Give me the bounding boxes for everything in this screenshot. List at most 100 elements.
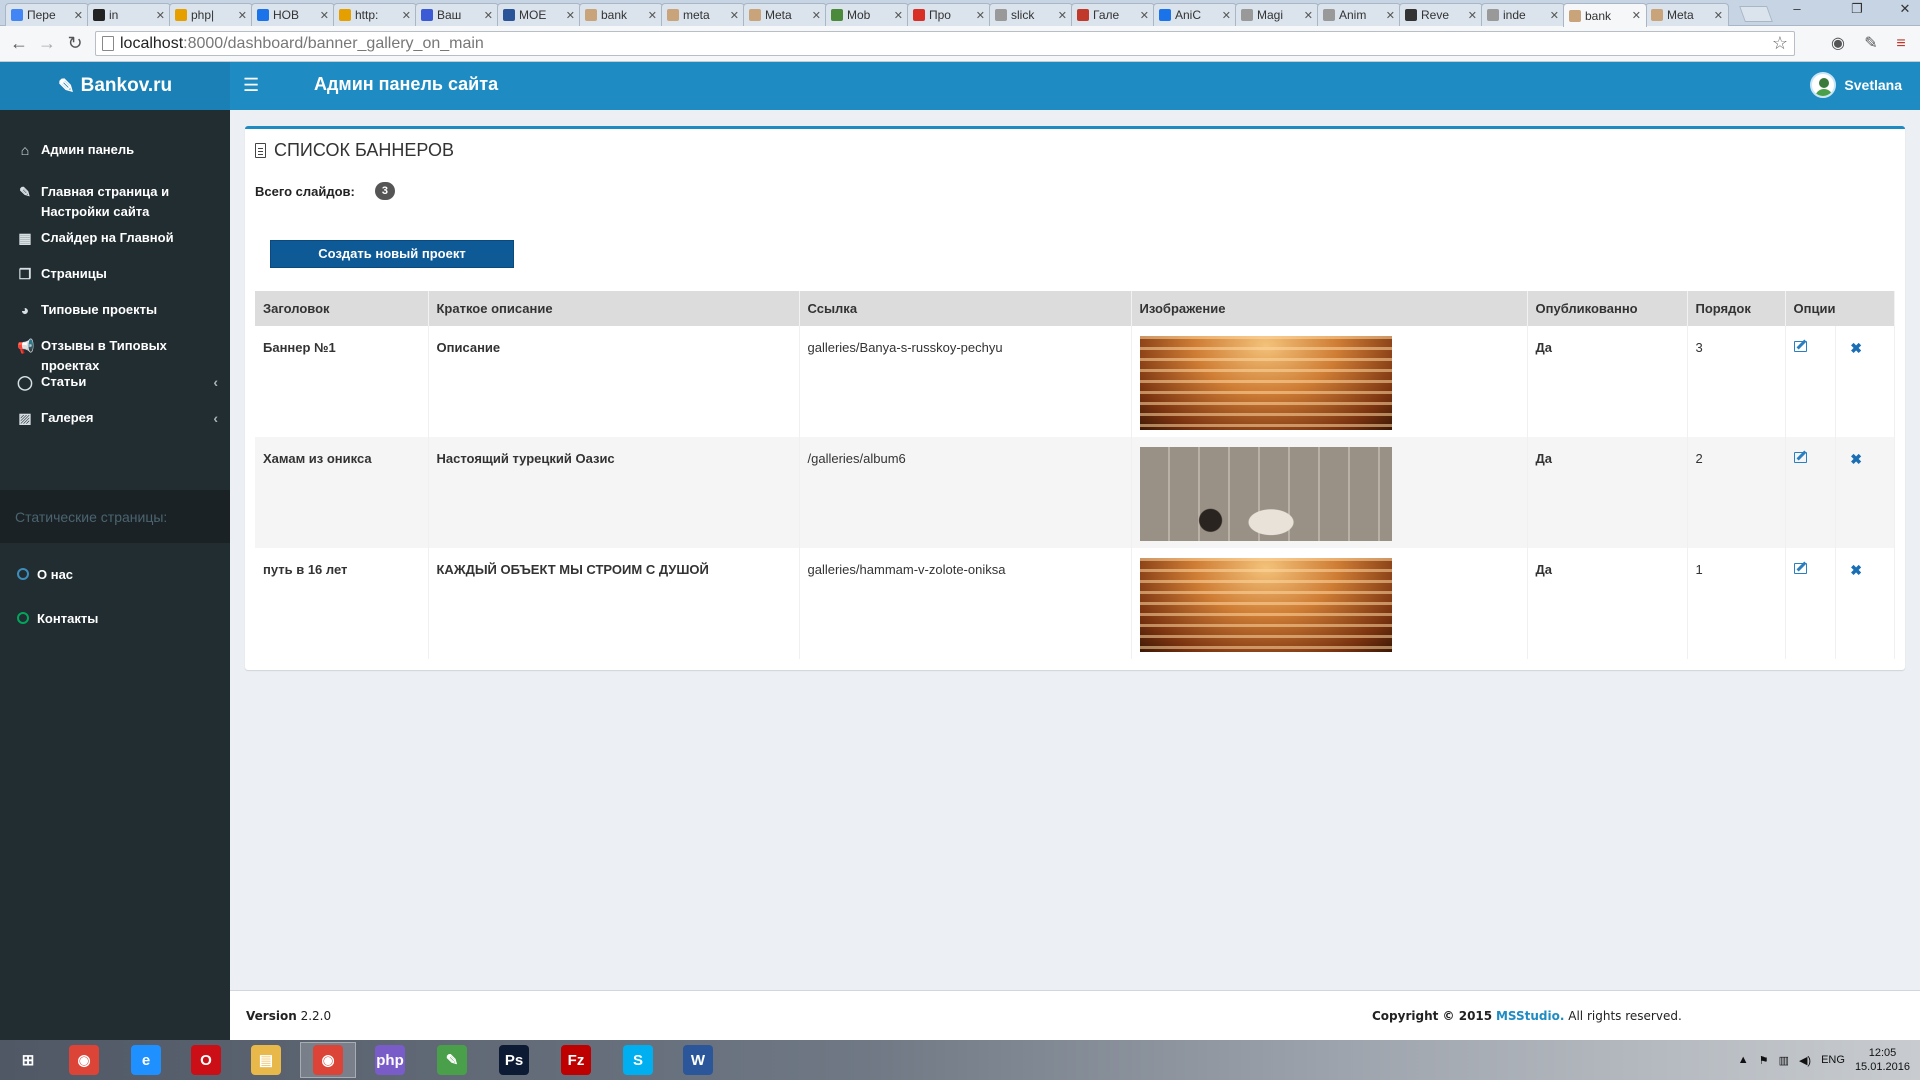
sidebar-toggle-icon[interactable]: ☰ — [243, 75, 259, 96]
delete-icon[interactable]: ✖ — [1850, 562, 1862, 578]
tab-close-icon[interactable]: ✕ — [484, 9, 493, 22]
browser-tab[interactable]: in ✕ — [87, 3, 171, 26]
column-header[interactable]: Краткое описание — [428, 291, 800, 326]
browser-tab[interactable]: AniC ✕ — [1153, 3, 1237, 26]
browser-tab[interactable]: Про ✕ — [907, 3, 991, 26]
browser-tab[interactable]: bank ✕ — [579, 3, 663, 26]
tab-close-icon[interactable]: ✕ — [402, 9, 411, 22]
browser-tab[interactable]: Mob ✕ — [825, 3, 909, 26]
dropper-extension-icon[interactable]: ✎ — [1860, 33, 1882, 55]
tab-close-icon[interactable]: ✕ — [1140, 9, 1149, 22]
browser-tab[interactable]: inde ✕ — [1481, 3, 1565, 26]
tab-close-icon[interactable]: ✕ — [730, 9, 739, 22]
browser-tab[interactable]: php| ✕ — [169, 3, 253, 26]
tab-close-icon[interactable]: ✕ — [156, 9, 165, 22]
chrome-active-icon[interactable]: ◉ — [300, 1042, 356, 1078]
tab-close-icon[interactable]: ✕ — [1304, 9, 1313, 22]
browser-tab[interactable]: Гале ✕ — [1071, 3, 1155, 26]
forward-icon[interactable]: → — [36, 32, 58, 54]
company-link[interactable]: MSStudio. — [1496, 1009, 1564, 1023]
delete-icon[interactable]: ✖ — [1850, 451, 1862, 467]
edit-icon[interactable] — [1793, 341, 1807, 352]
column-header[interactable]: Изображение — [1131, 291, 1528, 326]
create-project-button[interactable]: Создать новый проект — [270, 240, 514, 268]
column-header[interactable]: Порядок — [1687, 291, 1786, 326]
tab-close-icon[interactable]: ✕ — [1550, 9, 1559, 22]
tab-close-icon[interactable]: ✕ — [1386, 9, 1395, 22]
tab-close-icon[interactable]: ✕ — [976, 9, 985, 22]
edit-icon[interactable] — [1793, 563, 1807, 574]
minimize-icon[interactable]: – — [1782, 0, 1812, 20]
clock[interactable]: 12:05 15.01.2016 — [1855, 1046, 1910, 1074]
tab-close-icon[interactable]: ✕ — [1222, 9, 1231, 22]
browser-tab[interactable]: meta ✕ — [661, 3, 745, 26]
browser-tab[interactable]: http: ✕ — [333, 3, 417, 26]
tab-close-icon[interactable]: ✕ — [1058, 9, 1067, 22]
column-header[interactable]: Ссылка — [799, 291, 1132, 326]
volume-icon[interactable]: ◀) — [1799, 1054, 1811, 1067]
eye-extension-icon[interactable]: ◉ — [1827, 33, 1849, 55]
flag-icon[interactable]: ⚑ — [1759, 1054, 1769, 1067]
skype-icon[interactable]: S — [610, 1042, 666, 1078]
browser-tab[interactable]: Meta ✕ — [743, 3, 827, 26]
tab-close-icon[interactable]: ✕ — [1468, 9, 1477, 22]
edit-icon[interactable] — [1793, 452, 1807, 463]
sidebar-item[interactable]: ✎ Главная страница и Настройки сайта — [0, 182, 230, 222]
explorer-icon[interactable]: ▤ — [238, 1042, 294, 1078]
browser-tab[interactable]: slick ✕ — [989, 3, 1073, 26]
tab-close-icon[interactable]: ✕ — [894, 9, 903, 22]
column-header[interactable]: Опубликованно — [1527, 291, 1688, 326]
browser-tab[interactable]: bank ✕ — [1563, 3, 1647, 27]
tab-close-icon[interactable]: ✕ — [238, 9, 247, 22]
sidebar-item[interactable]: ◯ Статьи ‹ — [0, 372, 230, 392]
tab-close-icon[interactable]: ✕ — [320, 9, 329, 22]
ie-icon[interactable]: e — [118, 1042, 174, 1078]
sidebar-static-item[interactable]: Контакты — [0, 611, 230, 626]
sidebar-item[interactable]: ⌂ Админ панель — [0, 140, 230, 160]
sidebar-item[interactable]: ▦ Слайдер на Главной — [0, 228, 230, 248]
browser-tab[interactable]: Magi ✕ — [1235, 3, 1319, 26]
tab-close-icon[interactable]: ✕ — [566, 9, 575, 22]
column-header[interactable]: Опции — [1785, 291, 1895, 326]
browser-tab[interactable]: Anim ✕ — [1317, 3, 1401, 26]
maximize-icon[interactable]: ❐ — [1842, 0, 1872, 20]
close-window-icon[interactable]: ✕ — [1890, 0, 1920, 20]
browser-tab[interactable]: Пере ✕ — [5, 3, 89, 26]
site-logo[interactable]: ✎ Bankov.ru — [0, 62, 230, 110]
back-icon[interactable]: ← — [8, 32, 30, 54]
tab-close-icon[interactable]: ✕ — [812, 9, 821, 22]
address-bar[interactable]: localhost:8000/dashboard/banner_gallery_… — [95, 31, 1795, 56]
filezilla-icon[interactable]: Fz — [548, 1042, 604, 1078]
opera-icon[interactable]: O — [178, 1042, 234, 1078]
sidebar-item[interactable]: ▨ Галерея ‹ — [0, 408, 230, 428]
tab-close-icon[interactable]: ✕ — [1632, 9, 1641, 22]
photoshop-icon[interactable]: Ps — [486, 1042, 542, 1078]
network-icon[interactable]: ▥ — [1779, 1054, 1789, 1067]
browser-tab[interactable]: НОВ ✕ — [251, 3, 335, 26]
delete-icon[interactable]: ✖ — [1850, 340, 1862, 356]
tab-close-icon[interactable]: ✕ — [1714, 9, 1723, 22]
browser-tab[interactable]: МОЕ ✕ — [497, 3, 581, 26]
sidebar-static-item[interactable]: О нас — [0, 567, 230, 582]
bookmark-star-icon[interactable]: ☆ — [1772, 33, 1788, 54]
browser-tab[interactable]: Reve ✕ — [1399, 3, 1483, 26]
user-menu[interactable]: Svetlana — [1810, 72, 1902, 98]
browser-tab[interactable]: Ваш ✕ — [415, 3, 499, 26]
tab-close-icon[interactable]: ✕ — [74, 9, 83, 22]
new-tab-button[interactable] — [1739, 6, 1773, 22]
language-indicator[interactable]: ENG — [1821, 1054, 1845, 1066]
sidebar-item[interactable]: 📢 Отзывы в Типовых проектах — [0, 336, 230, 376]
sidebar-item[interactable]: ❐ Страницы — [0, 264, 230, 284]
sidebar-item[interactable]: ◕ Типовые проекты — [0, 300, 230, 320]
chrome-menu-icon[interactable]: ≡ — [1890, 33, 1912, 55]
notepad-icon[interactable]: ✎ — [424, 1042, 480, 1078]
column-header[interactable]: Заголовок — [255, 291, 429, 326]
chrome-icon[interactable]: ◉ — [56, 1042, 112, 1078]
tab-close-icon[interactable]: ✕ — [648, 9, 657, 22]
reload-icon[interactable]: ↻ — [64, 32, 86, 54]
browser-tab[interactable]: Meta ✕ — [1645, 3, 1729, 26]
word-icon[interactable]: W — [670, 1042, 726, 1078]
phpstorm-icon[interactable]: php — [362, 1042, 418, 1078]
tray-arrow-icon[interactable]: ▲ — [1738, 1054, 1749, 1066]
windows-start-icon[interactable]: ⊞ — [0, 1042, 56, 1078]
